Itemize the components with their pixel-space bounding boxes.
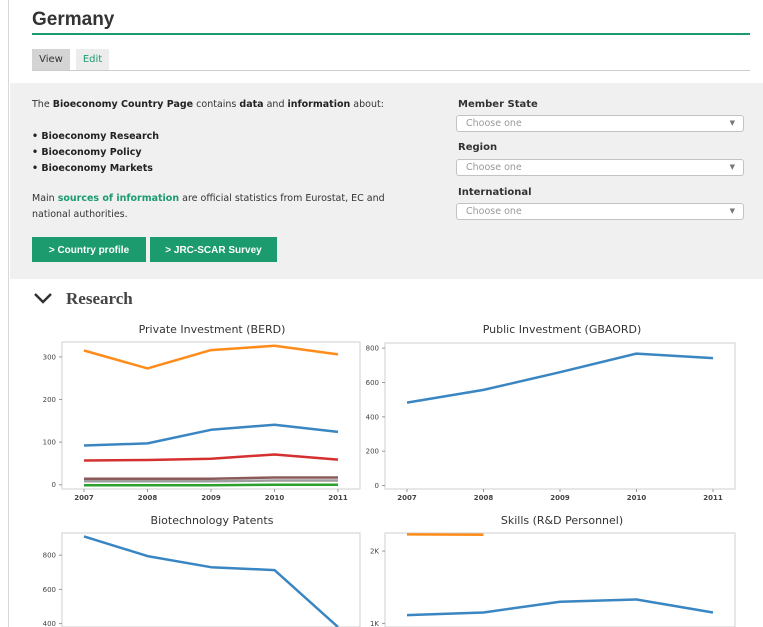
x-tick-label: 2009	[201, 494, 221, 502]
country-profile-button[interactable]: > Country profile	[32, 237, 146, 262]
x-tick-label: 2011	[328, 494, 348, 502]
chevron-down-icon: ▼	[729, 207, 735, 215]
y-tick-label: 600	[366, 379, 379, 387]
chart-title-patents: Biotechnology Patents	[150, 514, 274, 527]
tab-view[interactable]: View	[32, 49, 70, 70]
y-tick-label: 200	[366, 448, 379, 456]
y-tick-label: 600	[43, 586, 56, 594]
plot-area	[61, 532, 361, 627]
x-tick-label: 2007	[397, 494, 417, 502]
y-tick-label: 100	[43, 439, 56, 447]
member-state-label: Member State	[458, 99, 538, 110]
sources-link[interactable]: sources of information	[58, 193, 179, 204]
intro-bold-1: Bioeconomy Country Page	[52, 99, 194, 110]
plot-area	[384, 342, 736, 490]
x-tick-label: 2007	[74, 494, 94, 502]
chevron-down-icon: ▼	[729, 163, 735, 171]
x-tick-label: 2010	[265, 494, 285, 502]
intro-mid: contains	[193, 99, 240, 110]
y-tick-label: 800	[43, 552, 56, 560]
chevron-down-icon: ▼	[729, 119, 735, 127]
y-tick-label: 200	[43, 396, 56, 404]
left-border	[8, 0, 9, 627]
international-label: International	[458, 187, 532, 198]
x-tick-label: 2009	[550, 494, 570, 502]
gbaord-chart: 0 200 400 600 800 2007 2008 2009 2010 2011	[366, 342, 736, 502]
x-tick-label: 2011	[703, 494, 723, 502]
title-divider	[32, 33, 750, 35]
y-tick-label: 2K	[370, 548, 379, 556]
intro-and: and	[263, 99, 288, 110]
series-line-3	[84, 476, 338, 481]
chevron-down-icon[interactable]	[32, 289, 58, 309]
chart-title-gbaord: Public Investment (GBAORD)	[482, 323, 642, 336]
y-tick-label: 0	[52, 481, 56, 489]
plot-area	[61, 341, 361, 490]
y-tick-label: 400	[366, 413, 379, 421]
intro-text: The Bioeconomy Country Page contains dat…	[32, 99, 384, 110]
bullet-list: • Bioeconomy Research • Bioeconomy Polic…	[32, 129, 159, 177]
y-tick-label: 1K	[370, 620, 379, 627]
intro-suffix: about:	[350, 99, 384, 110]
jrc-scar-survey-button[interactable]: > JRC-SCAR Survey	[150, 237, 277, 262]
region-select[interactable]: Choose one ▼	[456, 159, 744, 176]
intro-bold-3: information	[287, 99, 351, 110]
bullet-policy: • Bioeconomy Policy	[32, 147, 142, 158]
member-state-select[interactable]: Choose one ▼	[456, 115, 744, 132]
skills-chart: 1K 2K	[370, 532, 736, 627]
page-title: Germany	[32, 9, 115, 30]
y-tick-label: 800	[366, 345, 379, 353]
sources-prefix: Main	[32, 193, 58, 204]
y-tick-label: 400	[43, 620, 56, 627]
tab-edit[interactable]: Edit	[76, 49, 109, 70]
chart-title-berd: Private Investment (BERD)	[138, 323, 286, 336]
section-title-research[interactable]: Research	[66, 289, 133, 309]
chart-title-skills: Skills (R&D Personnel)	[500, 514, 624, 527]
member-state-placeholder: Choose one	[466, 118, 522, 129]
y-tick-label: 300	[43, 353, 56, 361]
intro-prefix: The	[32, 99, 53, 110]
intro-bold-2: data	[239, 99, 264, 110]
bullet-markets: • Bioeconomy Markets	[32, 163, 153, 174]
international-placeholder: Choose one	[466, 206, 522, 217]
region-label: Region	[458, 142, 498, 153]
region-placeholder: Choose one	[466, 162, 522, 173]
bullet-research: • Bioeconomy Research	[32, 131, 160, 142]
y-tick-label: 0	[375, 482, 379, 490]
series-line-5	[84, 483, 338, 487]
berd-chart: 0 100 200 300 2007 2008 2009 2010 2011	[43, 341, 361, 502]
patents-chart: 400 600 800	[43, 532, 361, 627]
info-panel: The Bioeconomy Country Page contains dat…	[10, 83, 763, 279]
series-line-4	[84, 479, 338, 483]
x-tick-label: 2008	[138, 494, 158, 502]
x-tick-label: 2010	[627, 494, 647, 502]
sources-text: Main sources of information are official…	[32, 191, 412, 223]
international-select[interactable]: Choose one ▼	[456, 203, 744, 220]
tabs-divider	[32, 70, 750, 71]
x-tick-label: 2008	[474, 494, 494, 502]
